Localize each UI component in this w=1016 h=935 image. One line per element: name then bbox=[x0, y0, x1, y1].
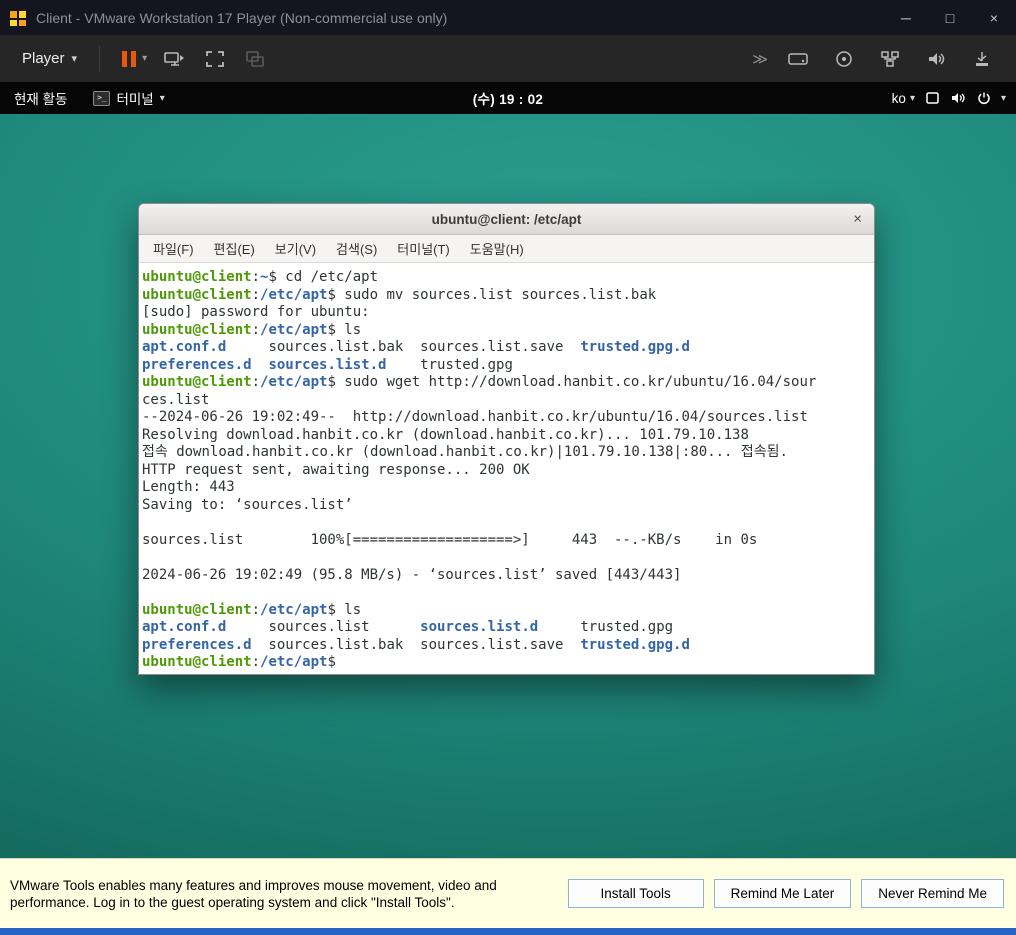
terminal-menubar: 파일(F) 편집(E) 보기(V) 검색(S) 터미널(T) 도움말(H) bbox=[139, 235, 874, 263]
screen-icon bbox=[925, 91, 940, 105]
terminal-line: --2024-06-26 19:02:49-- http://download.… bbox=[142, 409, 808, 425]
toolbar-separator bbox=[99, 45, 101, 72]
vmware-tools-notification: VMware Tools enables many features and i… bbox=[0, 858, 1016, 928]
volume-icon bbox=[950, 91, 967, 105]
unity-mode-icon[interactable] bbox=[237, 44, 273, 74]
vmware-titlebar: Client - VMware Workstation 17 Player (N… bbox=[0, 0, 1016, 35]
chevron-down-icon: ▾ bbox=[159, 92, 165, 104]
menu-edit[interactable]: 편집(E) bbox=[204, 235, 265, 262]
usb-device-icon[interactable] bbox=[964, 44, 1000, 74]
player-menu-button[interactable]: Player ▾ bbox=[14, 44, 85, 73]
install-tools-button[interactable]: Install Tools bbox=[567, 879, 704, 908]
terminal-line: ubuntu@client:/etc/apt$ ls bbox=[142, 321, 362, 338]
menu-search[interactable]: 검색(S) bbox=[326, 235, 387, 262]
cycle-monitors-icon[interactable] bbox=[157, 44, 193, 74]
terminal-line: ubuntu@client:~$ cd /etc/apt bbox=[142, 269, 379, 285]
terminal-line: 2024-06-26 19:02:49 (95.8 MB/s) - ‘sourc… bbox=[142, 566, 682, 583]
activities-button[interactable]: 현재 활동 bbox=[0, 82, 81, 114]
terminal-titlebar[interactable]: ubuntu@client: /etc/apt × bbox=[139, 204, 874, 235]
maximize-button[interactable]: □ bbox=[928, 0, 972, 35]
window-title: Client - VMware Workstation 17 Player (N… bbox=[36, 9, 448, 26]
terminal-line: ces.list bbox=[142, 391, 210, 408]
terminal-line: 접속 download.hanbit.co.kr (download.hanbi… bbox=[142, 444, 788, 460]
terminal-line: [sudo] password for ubuntu: bbox=[142, 304, 370, 320]
terminal-line: Length: 443 bbox=[142, 479, 235, 495]
app-menu-label: 터미널 bbox=[116, 92, 154, 107]
keyboard-layout-label: ko bbox=[891, 90, 906, 106]
notification-message: VMware Tools enables many features and i… bbox=[10, 877, 497, 910]
terminal-line: ubuntu@client:/etc/apt$ sudo mv sources.… bbox=[142, 286, 657, 303]
notification-buttons: Install Tools Remind Me Later Never Remind… bbox=[567, 879, 1006, 908]
gnome-top-bar: 현재 활동 >_ 터미널 ▾ (수) 19 : 02 ko ▾ ▾ bbox=[0, 82, 1016, 114]
terminal-line: sources.list 100%[===================>] … bbox=[142, 531, 758, 548]
remind-me-later-button[interactable]: Remind Me Later bbox=[713, 879, 852, 908]
chevron-down-icon: ▾ bbox=[71, 53, 78, 65]
gnome-system-menu[interactable]: ko ▾ ▾ bbox=[892, 82, 1016, 114]
terminal-line: apt.conf.d sources.list.bak sources.list… bbox=[142, 339, 690, 355]
terminal-line: apt.conf.d sources.list sources.list.d t… bbox=[142, 619, 674, 635]
desktop: ubuntu@client: /etc/apt × 파일(F) 편집(E) 보기(V… bbox=[0, 114, 1016, 858]
terminal-line: preferences.d sources.list.d trusted.gpg bbox=[142, 356, 513, 373]
app-menu-terminal[interactable]: >_ 터미널 ▾ bbox=[81, 82, 176, 114]
chevron-double-right-icon[interactable]: ≫ bbox=[752, 50, 768, 68]
pause-icon bbox=[122, 50, 137, 67]
network-adapter-icon[interactable] bbox=[872, 44, 908, 74]
never-remind-me-button[interactable]: Never Remind Me bbox=[861, 879, 1004, 908]
player-menu-label: Player bbox=[22, 50, 65, 67]
terminal-line: ubuntu@client:/etc/apt$ sudo wget http:/… bbox=[142, 374, 817, 390]
close-button[interactable]: × bbox=[972, 0, 1016, 35]
terminal-line: ubuntu@client:/etc/apt$ bbox=[142, 654, 336, 670]
cd-drive-icon[interactable] bbox=[826, 44, 862, 74]
terminal-line: Saving to: ‘sources.list’ bbox=[142, 496, 353, 513]
clock[interactable]: (수) 19 : 02 bbox=[473, 88, 544, 108]
chevron-down-icon: ▾ bbox=[1000, 92, 1006, 104]
minimize-button[interactable]: ─ bbox=[884, 0, 928, 35]
gnome-left: 현재 활동 >_ 터미널 ▾ bbox=[0, 82, 177, 114]
menu-view[interactable]: 보기(V) bbox=[265, 235, 326, 262]
device-status-icons: ≫ bbox=[752, 44, 1002, 74]
keyboard-layout-indicator[interactable]: ko ▾ bbox=[892, 91, 915, 106]
terminal-app-icon: >_ bbox=[93, 90, 111, 106]
terminal-title: ubuntu@client: /etc/apt bbox=[431, 211, 582, 227]
menu-help[interactable]: 도움말(H) bbox=[460, 235, 534, 262]
fullscreen-icon[interactable] bbox=[197, 44, 233, 74]
suspend-button[interactable]: ▾ bbox=[114, 45, 155, 73]
taskbar-strip bbox=[0, 928, 1016, 935]
menu-file[interactable]: 파일(F) bbox=[143, 235, 204, 262]
vmware-logo-icon bbox=[8, 8, 28, 28]
vmware-toolbar: Player ▾ ▾ ≫ bbox=[0, 35, 1016, 82]
vmware-player-window: Client - VMware Workstation 17 Player (N… bbox=[0, 0, 1016, 935]
menu-terminal[interactable]: 터미널(T) bbox=[387, 235, 459, 262]
terminal-line: HTTP request sent, awaiting response... … bbox=[142, 461, 530, 478]
terminal-window: ubuntu@client: /etc/apt × 파일(F) 편집(E) 보기(V… bbox=[138, 203, 875, 675]
sound-icon[interactable] bbox=[918, 44, 954, 74]
terminal-content[interactable]: ubuntu@client:~$ cd /etc/apt ubuntu@clien… bbox=[139, 263, 874, 674]
terminal-line: preferences.d sources.list.bak sources.l… bbox=[142, 636, 690, 653]
terminal-line: Resolving download.hanbit.co.kr (downloa… bbox=[142, 426, 749, 443]
chevron-down-icon: ▾ bbox=[909, 92, 915, 104]
chevron-down-icon: ▾ bbox=[142, 53, 148, 64]
terminal-close-button[interactable]: × bbox=[853, 212, 862, 227]
window-controls: ─ □ × bbox=[884, 0, 1016, 35]
terminal-line: ubuntu@client:/etc/apt$ ls bbox=[142, 601, 362, 618]
power-icon bbox=[977, 91, 991, 105]
hard-disk-icon[interactable] bbox=[780, 44, 816, 74]
